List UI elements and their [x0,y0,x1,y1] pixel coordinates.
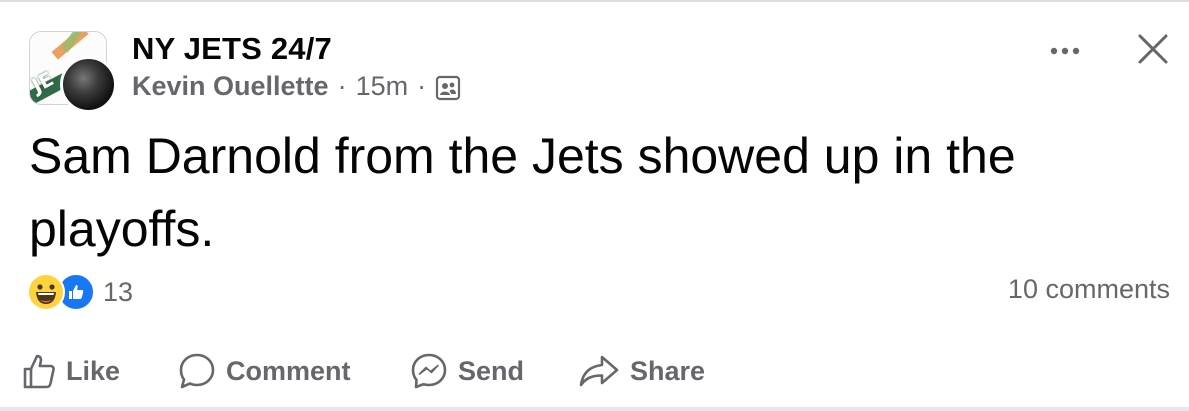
send-button[interactable]: Send [410,346,524,396]
reactions-summary[interactable]: 13 [27,273,134,311]
share-button[interactable]: Share [578,346,705,396]
author-avatar[interactable] [60,56,117,113]
author-name[interactable]: Kevin Ouellette [132,71,329,102]
more-options-button[interactable] [1047,38,1083,64]
comment-bubble-icon [179,353,215,389]
thumbs-up-icon [23,354,55,389]
post-timestamp[interactable]: 15m [356,71,409,102]
send-label: Send [458,355,525,386]
more-horizontal-icon [1050,42,1080,60]
close-icon [1137,33,1169,70]
top-divider [0,0,1189,2]
post-meta: Kevin Ouellette · 15m · [132,71,461,102]
post-action-bar: Like Comment Send Share [0,346,1189,396]
share-label: Share [630,355,706,386]
haha-reaction-icon [27,273,65,311]
bottom-divider [0,407,1189,411]
comments-count-link[interactable]: 10 comments [1008,274,1170,305]
comment-label: Comment [226,355,351,386]
meta-separator: · [337,71,347,101]
reaction-count: 13 [103,276,134,307]
group-members-icon [435,75,461,101]
like-label: Like [66,355,121,386]
post-text: Sam Darnold from the Jets showed up in t… [29,128,1016,257]
messenger-icon [411,353,447,389]
comment-button[interactable]: Comment [178,346,351,396]
group-name[interactable]: NY JETS 24/7 [132,31,332,67]
close-button[interactable] [1135,33,1171,69]
share-arrow-icon [579,355,619,387]
like-button[interactable]: Like [22,346,120,396]
meta-separator: · [417,71,427,101]
